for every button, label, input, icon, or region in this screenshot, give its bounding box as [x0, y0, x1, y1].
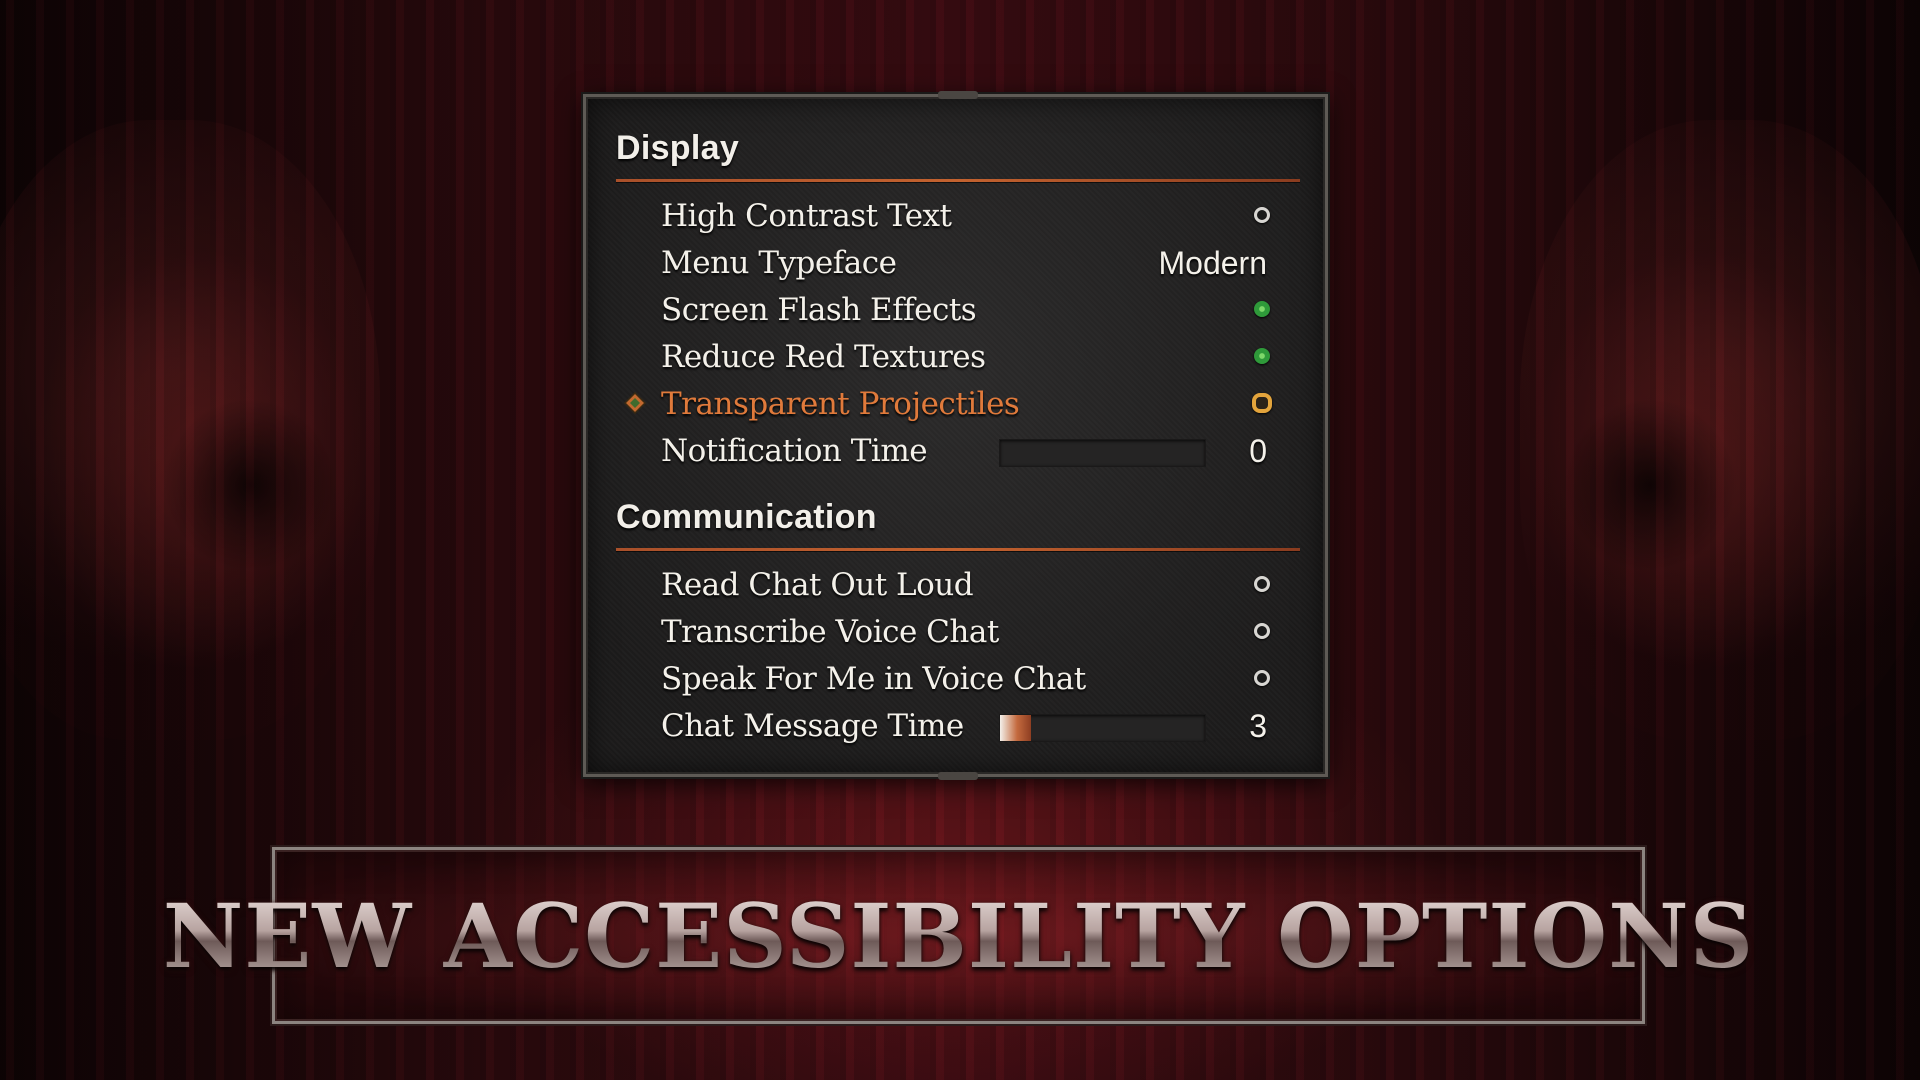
banner-title: NEW ACCESSIBILITY OPTIONS	[162, 883, 1755, 988]
left-skull-art	[0, 120, 380, 740]
setting-transcribe-voice-chat[interactable]: Transcribe Voice Chat	[616, 609, 1300, 655]
setting-label: Transparent Projectiles	[661, 386, 1020, 422]
toggle-off-icon[interactable]	[1254, 670, 1270, 686]
setting-reduce-red-textures[interactable]: Reduce Red Textures	[616, 334, 1300, 380]
setting-read-chat-out-loud[interactable]: Read Chat Out Loud	[616, 562, 1300, 608]
setting-value[interactable]: Modern	[1159, 240, 1268, 286]
toggle-highlighted-icon[interactable]	[1252, 393, 1272, 413]
setting-label: Transcribe Voice Chat	[661, 614, 999, 650]
panel-top-ornament	[938, 91, 978, 99]
right-skull-eye	[1560, 400, 1740, 570]
section-title-display: Display	[616, 129, 740, 167]
chat-message-time-slider[interactable]	[999, 714, 1206, 742]
setting-label: Reduce Red Textures	[661, 339, 986, 375]
toggle-on-icon[interactable]	[1254, 348, 1270, 364]
section-title-communication: Communication	[616, 498, 877, 536]
setting-chat-message-time[interactable]: Chat Message Time 3	[616, 703, 1300, 749]
setting-label: Screen Flash Effects	[661, 292, 977, 328]
setting-label: Speak For Me in Voice Chat	[661, 661, 1086, 697]
setting-label: Notification Time	[661, 433, 928, 469]
slider-value: 0	[1249, 433, 1267, 469]
slider-value: 3	[1249, 708, 1267, 744]
toggle-on-icon[interactable]	[1254, 301, 1270, 317]
setting-label: High Contrast Text	[661, 198, 952, 234]
toggle-off-icon[interactable]	[1254, 623, 1270, 639]
settings-panel: Display High Contrast Text Menu Typeface…	[583, 91, 1328, 780]
selection-diamond-icon	[624, 392, 646, 414]
setting-notification-time[interactable]: Notification Time 0	[616, 428, 1300, 474]
left-skull-eye	[160, 400, 340, 570]
toggle-off-icon[interactable]	[1254, 576, 1270, 592]
setting-screen-flash-effects[interactable]: Screen Flash Effects	[616, 287, 1300, 333]
setting-high-contrast-text[interactable]: High Contrast Text	[616, 193, 1300, 239]
setting-label: Read Chat Out Loud	[661, 567, 974, 603]
setting-menu-typeface[interactable]: Menu Typeface Modern	[616, 240, 1300, 286]
title-banner: NEW ACCESSIBILITY OPTIONS	[163, 847, 1753, 1024]
toggle-off-icon[interactable]	[1254, 207, 1270, 223]
section-divider-communication	[616, 548, 1300, 551]
setting-label: Chat Message Time	[661, 708, 964, 744]
slider-fill	[1000, 715, 1031, 741]
notification-time-slider[interactable]	[999, 439, 1206, 467]
section-divider-display	[616, 179, 1300, 182]
right-skull-art	[1520, 120, 1920, 740]
setting-speak-for-me[interactable]: Speak For Me in Voice Chat	[616, 656, 1300, 702]
setting-label: Menu Typeface	[661, 245, 897, 281]
setting-transparent-projectiles[interactable]: Transparent Projectiles	[616, 381, 1300, 427]
panel-bottom-ornament	[938, 772, 978, 780]
